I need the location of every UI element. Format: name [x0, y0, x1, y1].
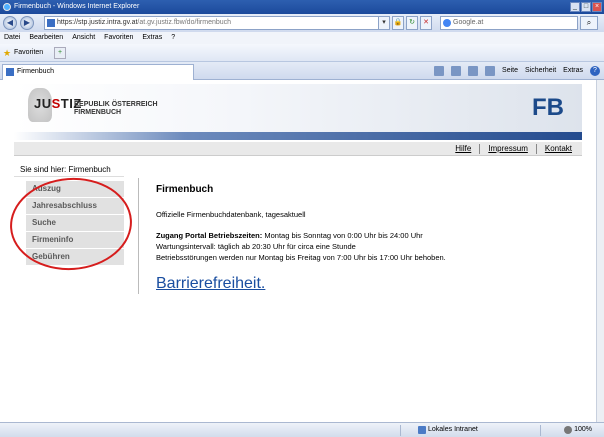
- help-icon[interactable]: ?: [590, 66, 600, 76]
- outage-text: Betriebsstörungen werden nur Montag bis …: [156, 253, 446, 262]
- tab-page-icon: [6, 68, 14, 76]
- print-icon[interactable]: [485, 66, 496, 76]
- menu-item-ansicht[interactable]: Ansicht: [72, 32, 95, 44]
- intro-text: Offizielle Firmenbuchdatenbank, tagesakt…: [156, 210, 306, 219]
- page-icon: [47, 19, 55, 27]
- forward-button[interactable]: ▶: [20, 16, 34, 30]
- nav-separator: [535, 144, 537, 154]
- security-zone[interactable]: Lokales Intranet: [416, 423, 478, 437]
- maximize-button[interactable]: □: [581, 2, 591, 12]
- tab-title: Firmenbuch: [17, 68, 54, 75]
- access-label: Zugang Portal Betriebszeiten:: [156, 231, 263, 240]
- window-titlebar: Firmenbuch - Windows Internet Explorer _…: [0, 0, 604, 14]
- intranet-icon: [418, 426, 426, 434]
- top-nav: Hilfe Impressum Kontakt: [14, 142, 582, 156]
- address-toolbar: ◀ ▶ https://stp.justiz.intra.gv.at/at.gv…: [0, 14, 604, 32]
- logo-text-a: JU: [34, 96, 52, 111]
- breadcrumb-divider: [14, 176, 124, 177]
- content-divider: [138, 178, 139, 294]
- main-content: Firmenbuch Offizielle Firmenbuchdatenban…: [156, 184, 576, 293]
- republic-line1: REPUBLIK ÖSTERREICH: [74, 101, 158, 108]
- menu-item-extras[interactable]: Extras: [142, 32, 162, 44]
- logo-text-b: S: [51, 96, 61, 111]
- menu-bar: Datei Bearbeiten Ansicht Favoriten Extra…: [0, 32, 604, 44]
- menu-item-help[interactable]: ?: [171, 32, 175, 44]
- home-icon[interactable]: [434, 66, 445, 76]
- zoom-label: 100%: [574, 426, 592, 433]
- fb-label: FB: [532, 94, 564, 121]
- security-menu[interactable]: Sicherheit: [525, 64, 556, 78]
- address-url-path: /at.gv.justiz.fbw/do/firmenbuch: [137, 19, 232, 26]
- address-url: https://stp.justiz.intra.gv.at: [57, 19, 138, 26]
- stop-icon[interactable]: ✕: [420, 16, 432, 30]
- favorites-bar: ★ Favoriten +: [0, 44, 604, 62]
- status-separator: [400, 425, 401, 436]
- tools-menu[interactable]: Extras: [563, 64, 583, 78]
- add-favorite-icon[interactable]: +: [54, 47, 66, 59]
- zoom-control[interactable]: 100%: [564, 423, 592, 437]
- kontakt-link[interactable]: Kontakt: [545, 142, 572, 156]
- vertical-scrollbar[interactable]: [596, 80, 604, 422]
- back-button[interactable]: ◀: [3, 16, 17, 30]
- command-bar: Seite Sicherheit Extras ?: [434, 64, 600, 78]
- close-window-button[interactable]: ×: [592, 2, 602, 12]
- menu-item-favoriten[interactable]: Favoriten: [104, 32, 133, 44]
- access-text: Montag bis Sonntag von 0:00 Uhr bis 24:0…: [262, 231, 423, 240]
- lock-icon[interactable]: 🔒: [392, 16, 404, 30]
- address-input[interactable]: https://stp.justiz.intra.gv.at/at.gv.jus…: [44, 16, 390, 30]
- address-tools: ▾ 🔒 ↻ ✕: [378, 16, 432, 30]
- access-hours: Zugang Portal Betriebszeiten: Montag bis…: [156, 230, 576, 241]
- tab-bar: Firmenbuch Seite Sicherheit Extras ?: [0, 62, 604, 80]
- refresh-icon[interactable]: ↻: [406, 16, 418, 30]
- accessibility-link[interactable]: Barrierefreiheit.: [156, 275, 265, 293]
- site-header: JUSTIZ REPUBLIK ÖSTERREICH FIRMENBUCH FB: [14, 84, 582, 132]
- search-input[interactable]: Google.at: [440, 16, 578, 30]
- minimize-button[interactable]: _: [570, 2, 580, 12]
- page-title: Firmenbuch: [156, 184, 214, 195]
- window-title: Firmenbuch - Windows Internet Explorer: [14, 3, 140, 10]
- favorites-button[interactable]: Favoriten: [14, 44, 43, 62]
- window-controls: _ □ ×: [570, 2, 602, 12]
- republic-label: REPUBLIK ÖSTERREICH FIRMENBUCH: [74, 101, 158, 117]
- help-link[interactable]: Hilfe: [455, 142, 471, 156]
- tab-firmenbuch[interactable]: Firmenbuch: [2, 64, 194, 80]
- maintenance-text: Wartungsintervall: täglich ab 20:30 Uhr …: [156, 242, 356, 251]
- zone-label: Lokales Intranet: [428, 426, 478, 433]
- impressum-link[interactable]: Impressum: [488, 142, 528, 156]
- zoom-icon: [564, 426, 573, 434]
- page-menu[interactable]: Seite: [502, 64, 518, 78]
- mail-icon[interactable]: [468, 66, 479, 76]
- search-placeholder: Google.at: [453, 19, 484, 26]
- menu-item-datei[interactable]: Datei: [4, 32, 20, 44]
- status-bar: Lokales Intranet 100%: [0, 422, 604, 437]
- page-content: JUSTIZ REPUBLIK ÖSTERREICH FIRMENBUCH FB…: [0, 80, 596, 422]
- search-icon[interactable]: ⌕: [580, 16, 598, 30]
- menu-item-bearbeiten[interactable]: Bearbeiten: [29, 32, 63, 44]
- google-icon: [443, 19, 451, 27]
- breadcrumb: Sie sind hier: Firmenbuch: [20, 165, 111, 174]
- ie-logo-icon: [3, 3, 11, 11]
- status-separator: [540, 425, 541, 436]
- feeds-icon[interactable]: [451, 66, 462, 76]
- republic-line2: FIRMENBUCH: [74, 109, 122, 116]
- dropdown-icon[interactable]: ▾: [378, 16, 390, 30]
- nav-separator: [479, 144, 481, 154]
- favorites-star-icon[interactable]: ★: [3, 48, 11, 58]
- header-stripe: [14, 132, 582, 140]
